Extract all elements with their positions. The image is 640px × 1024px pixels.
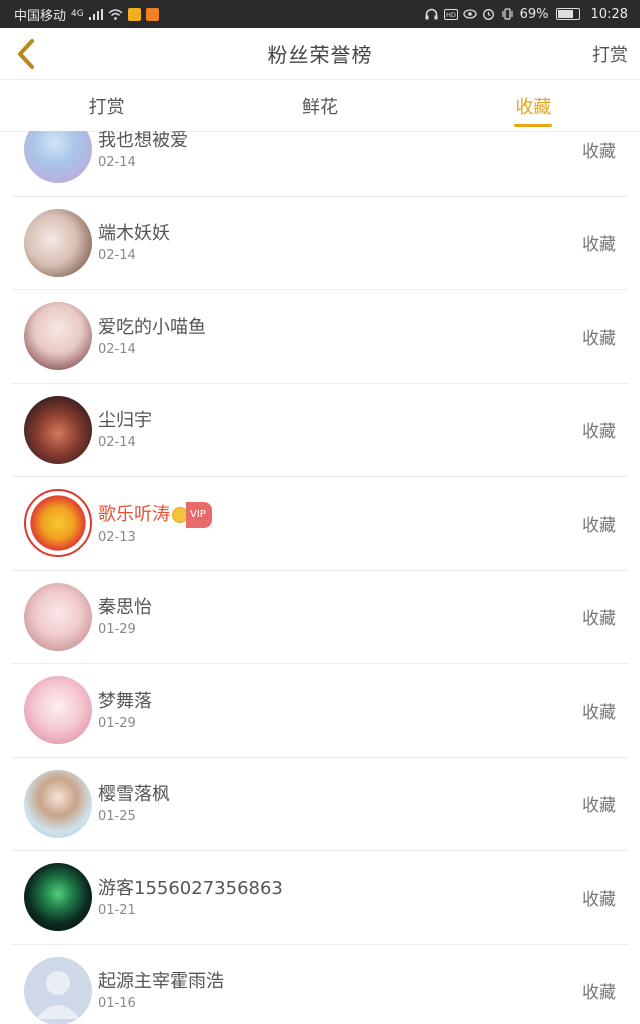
avatar: [24, 863, 92, 932]
avatar: [24, 131, 92, 184]
wifi-icon: [108, 8, 123, 20]
item-type-label: 收藏: [582, 609, 616, 630]
list-item[interactable]: 端木妖妖 02-14 收藏: [12, 197, 628, 290]
carrier-label: 中国移动: [14, 8, 67, 24]
avatar: [24, 582, 92, 651]
item-type-label: 收藏: [582, 235, 616, 256]
item-type-label: 收藏: [582, 515, 616, 536]
item-type-label: 收藏: [582, 983, 616, 1004]
avatar: [24, 208, 92, 277]
battery-icon: [555, 8, 580, 20]
user-name: 游客1556027356863: [98, 877, 283, 899]
item-type-label: 收藏: [582, 328, 616, 349]
default-user-icon: [36, 970, 80, 1019]
user-name: 我也想被爱: [98, 131, 188, 151]
app-notification-icon: [127, 7, 141, 21]
item-type-label: 收藏: [582, 141, 616, 162]
list-item[interactable]: 爱吃的小喵鱼 02-14 收藏: [12, 290, 628, 384]
app-notification-icon: [145, 7, 159, 21]
item-date: 02-14: [98, 154, 136, 170]
list-item[interactable]: 秦思怡 01-29 收藏: [12, 571, 628, 664]
item-type-label: 收藏: [582, 889, 616, 910]
clock: 10:28: [590, 6, 628, 22]
list-item[interactable]: 歌乐听涛 VIP 02-13 收藏: [12, 477, 628, 571]
battery-percent: 69%: [519, 6, 549, 22]
user-name-text: 歌乐听涛: [98, 503, 170, 525]
avatar: [24, 676, 92, 745]
avatar: [24, 395, 92, 464]
header-bar: 粉丝荣誉榜 打赏: [0, 28, 640, 80]
item-date: 02-14: [98, 435, 136, 451]
item-type-label: 收藏: [582, 702, 616, 723]
avatar: [24, 302, 92, 371]
vip-badge: VIP: [172, 501, 212, 528]
avatar: [24, 489, 92, 558]
network-label: 4G: [71, 9, 84, 19]
signal-icon: [88, 8, 103, 20]
list-item[interactable]: 樱雪落枫 01-25 收藏: [12, 758, 628, 851]
tab-favorites[interactable]: 收藏: [427, 80, 640, 131]
user-name: 梦舞落: [98, 690, 152, 712]
item-date: 01-29: [98, 622, 136, 638]
user-name: 起源主宰霍雨浩: [98, 971, 224, 993]
vip-label: VIP: [186, 501, 212, 528]
page-title: 粉丝荣誉榜: [267, 43, 373, 67]
avatar: [24, 769, 92, 838]
alarm-icon: [482, 8, 496, 20]
fan-list[interactable]: 我也想被爱 02-14 收藏 端木妖妖 02-14 收藏 爱吃的小喵鱼 02-1…: [0, 131, 640, 1024]
item-date: 01-21: [98, 902, 136, 918]
list-item[interactable]: 起源主宰霍雨浩 01-16 收藏: [12, 945, 628, 1024]
item-date: 02-14: [98, 248, 136, 264]
eye-icon: [462, 9, 477, 19]
list-item[interactable]: 游客1556027356863 01-21 收藏: [12, 851, 628, 945]
headphones-icon: [425, 8, 439, 20]
reward-button[interactable]: 打赏: [592, 41, 628, 67]
svg-text:HD: HD: [446, 11, 456, 19]
item-date: 01-16: [98, 996, 136, 1012]
status-bar: 中国移动 4G HD 69% 10:28: [0, 0, 640, 28]
item-date: 02-13: [98, 529, 136, 545]
back-arrow-icon: [18, 39, 34, 69]
avatar: [24, 956, 92, 1024]
user-name: 尘归宇: [98, 410, 152, 432]
item-date: 01-29: [98, 715, 136, 731]
tab-bar: 打赏 鲜花 收藏: [0, 80, 640, 132]
user-name: 樱雪落枫: [98, 784, 170, 806]
list-item[interactable]: 梦舞落 01-29 收藏: [12, 664, 628, 758]
item-date: 01-25: [98, 809, 136, 825]
back-button[interactable]: [6, 34, 46, 74]
user-name: 秦思怡: [98, 597, 152, 619]
list-item[interactable]: 尘归宇 02-14 收藏: [12, 384, 628, 477]
tab-flowers[interactable]: 鲜花: [213, 80, 426, 131]
item-type-label: 收藏: [582, 796, 616, 817]
user-name: 歌乐听涛 VIP: [98, 501, 212, 528]
item-date: 02-14: [98, 341, 136, 357]
tab-reward[interactable]: 打赏: [0, 80, 213, 131]
vibrate-icon: [501, 8, 515, 20]
user-name: 端木妖妖: [98, 223, 170, 245]
list-item[interactable]: 我也想被爱 02-14 收藏: [12, 131, 628, 197]
user-name: 爱吃的小喵鱼: [98, 316, 206, 338]
hd-icon: HD: [443, 8, 458, 20]
item-type-label: 收藏: [582, 422, 616, 443]
